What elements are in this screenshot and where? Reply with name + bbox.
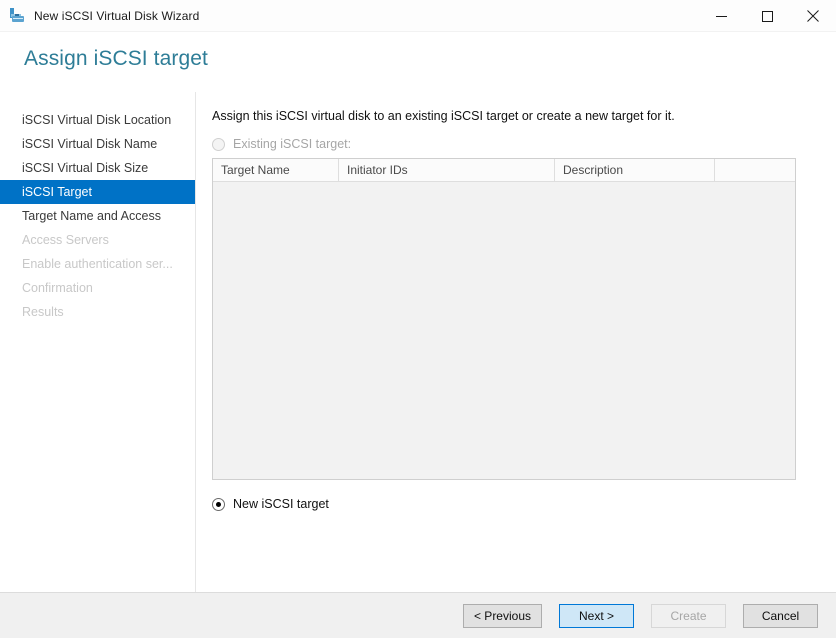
page-header: Assign iSCSI target — [0, 32, 836, 78]
targets-list-body[interactable] — [213, 182, 795, 479]
sidebar-item-target-name-and-access[interactable]: Target Name and Access — [0, 204, 195, 228]
targets-list-header: Target Name Initiator IDs Description — [213, 159, 795, 182]
instruction-text: Assign this iSCSI virtual disk to an exi… — [212, 109, 675, 123]
sidebar-item-iscsi-virtual-disk-location[interactable]: iSCSI Virtual Disk Location — [0, 108, 195, 132]
wizard-footer: < Previous Next > Create Cancel — [0, 592, 836, 638]
sidebar-item-iscsi-virtual-disk-size[interactable]: iSCSI Virtual Disk Size — [0, 156, 195, 180]
minimize-icon — [715, 15, 727, 17]
cancel-button[interactable]: Cancel — [743, 603, 818, 628]
radio-icon-existing-target — [212, 137, 225, 151]
sidebar-item-enable-authentication-service: Enable authentication ser... — [22, 257, 173, 271]
minimize-button[interactable] — [698, 0, 744, 32]
wizard-body: iSCSI Virtual Disk Location iSCSI Virtua… — [0, 92, 836, 592]
window-title: New iSCSI Virtual Disk Wizard — [34, 8, 200, 23]
existing-iscsi-target-label: Existing iSCSI target: — [233, 137, 352, 151]
create-button: Create — [651, 603, 726, 628]
maximize-button[interactable] — [744, 0, 790, 32]
close-button[interactable] — [790, 0, 836, 32]
column-header-description[interactable]: Description — [555, 159, 715, 181]
page-title: Assign iSCSI target — [24, 47, 208, 70]
title-bar: New iSCSI Virtual Disk Wizard — [0, 0, 836, 32]
radio-icon-new-target[interactable] — [212, 497, 225, 511]
new-iscsi-target-label: New iSCSI target — [233, 497, 329, 511]
sidebar-item-confirmation: Confirmation — [22, 281, 93, 295]
column-header-initiator-ids[interactable]: Initiator IDs — [339, 159, 555, 181]
sidebar-item-iscsi-target[interactable]: iSCSI Target — [0, 180, 195, 204]
sidebar-item-iscsi-virtual-disk-name[interactable]: iSCSI Virtual Disk Name — [0, 132, 195, 156]
window-controls — [698, 0, 836, 32]
next-button[interactable]: Next > — [559, 603, 634, 628]
previous-button[interactable]: < Previous — [462, 603, 542, 628]
iscsi-virtual-disk-icon — [10, 7, 26, 24]
column-header-filler — [715, 159, 795, 181]
main-panel: Assign this iSCSI virtual disk to an exi… — [196, 92, 836, 592]
maximize-icon — [761, 10, 773, 22]
sidebar-item-results: Results — [22, 305, 64, 319]
existing-iscsi-target-radio: Existing iSCSI target: — [212, 134, 816, 154]
new-iscsi-target-radio[interactable]: New iSCSI target — [212, 494, 816, 514]
sidebar-item-access-servers: Access Servers — [22, 233, 109, 247]
column-header-target-name[interactable]: Target Name — [213, 159, 339, 181]
close-icon — [807, 10, 819, 22]
existing-targets-list[interactable]: Target Name Initiator IDs Description — [212, 158, 796, 480]
wizard-steps-sidebar: iSCSI Virtual Disk Location iSCSI Virtua… — [0, 92, 196, 592]
